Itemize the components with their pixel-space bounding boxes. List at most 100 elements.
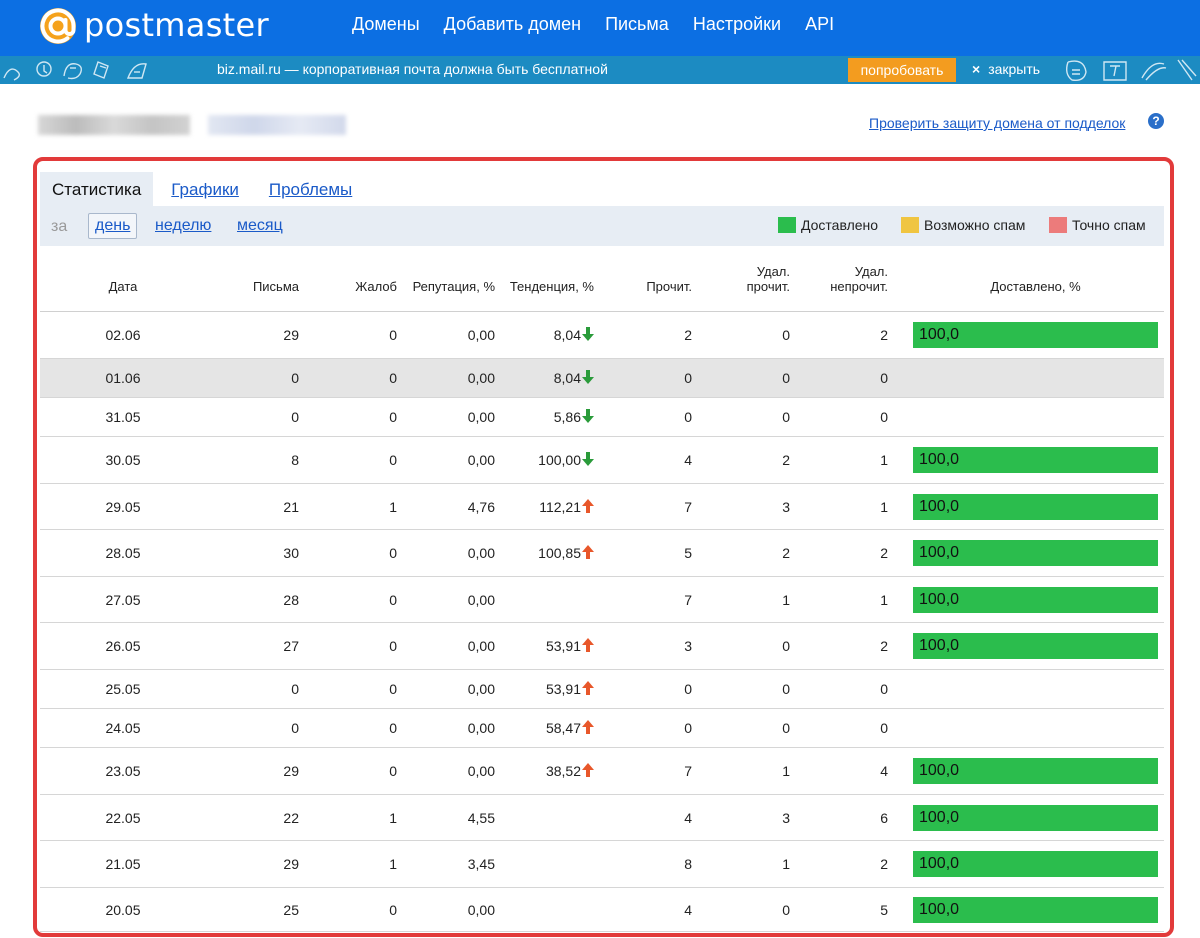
trend-value: 8,04: [553, 370, 581, 386]
cell-trend: 8,04: [554, 327, 594, 343]
nav-domains[interactable]: Домены: [352, 14, 420, 35]
cell-deleted-read: 3: [782, 809, 790, 826]
table-row: 23.05 29 0 0,00 7 1 4 38,52 100,0: [40, 748, 1164, 795]
delivered-bar: 100,0: [913, 493, 1158, 520]
trend-value: 53,91: [545, 638, 581, 654]
cell-reputation: 4,55: [467, 809, 495, 826]
cell-deleted-read: 1: [782, 856, 790, 872]
nav-api[interactable]: API: [805, 14, 834, 35]
main-menu: Домены Добавить домен Письма Настройки A…: [352, 14, 834, 35]
delivered-bar: 100,0: [913, 896, 1158, 923]
cell-mails: 21: [283, 498, 299, 515]
tab-statistics[interactable]: Статистика: [40, 172, 154, 206]
trend-up-arrow-icon: [582, 545, 594, 559]
trend-up-arrow-icon: [582, 638, 594, 652]
cell-read: 7: [684, 498, 692, 515]
period-month-link[interactable]: месяц: [237, 217, 283, 235]
cell-reputation: 0,00: [467, 763, 495, 779]
cell-reputation: 4,76: [467, 498, 495, 515]
cell-deleted-read: 2: [782, 545, 790, 561]
cell-date: 20.05: [105, 901, 141, 918]
nav-letters[interactable]: Письма: [605, 14, 669, 35]
cell-deleted-unread: 1: [880, 498, 888, 515]
table-row: 31.05 0 0 0,00 0 0 0 5,86: [40, 398, 1164, 437]
cell-reputation: 0,00: [467, 409, 495, 425]
cell-complaints: 0: [389, 681, 397, 697]
table-row: 29.05 21 1 4,76 7 3 1 112,21 100,0: [40, 484, 1164, 530]
delivered-bar: 100,0: [913, 540, 1158, 566]
cell-deleted-unread: 1: [880, 591, 888, 608]
cell-complaints: 0: [389, 327, 397, 343]
legend-swatch-maybe-spam: [901, 217, 919, 233]
tab-charts[interactable]: Графики: [159, 172, 251, 206]
trend-down-arrow-icon: [582, 409, 594, 423]
cell-complaints: 1: [389, 856, 397, 872]
cell-complaints: 1: [389, 809, 397, 826]
trend-value: 100,00: [538, 452, 581, 468]
cell-deleted-unread: 6: [880, 809, 888, 826]
cell-trend: 38,52: [546, 763, 594, 779]
trend-down-arrow-icon: [582, 370, 594, 384]
trend-up-arrow-icon: [582, 681, 594, 695]
trend-value: 58,47: [545, 720, 581, 736]
cell-read: 0: [684, 370, 692, 386]
table-row: 01.06 0 0 0,00 0 0 0 8,04: [40, 359, 1164, 398]
header-deleted-unread: Удал. непрочит.: [830, 264, 888, 294]
cell-mails: 0: [291, 720, 299, 736]
tab-problems[interactable]: Проблемы: [257, 172, 364, 206]
legend-label-delivered: Доставлено: [801, 217, 879, 233]
cell-trend: 53,91: [546, 681, 594, 697]
cell-date: 27.05: [105, 591, 141, 608]
cell-date: 26.05: [105, 638, 141, 654]
cell-reputation: 0,00: [467, 327, 495, 343]
delivered-bar: 100,0: [913, 804, 1158, 831]
cell-trend: 58,47: [546, 720, 594, 736]
cell-deleted-unread: 1: [880, 452, 888, 468]
try-button[interactable]: попробовать: [848, 58, 956, 82]
postmaster-logo[interactable]: postmaster: [38, 4, 269, 48]
cell-trend: 100,85: [538, 545, 594, 561]
domain-info-redacted: [208, 115, 346, 135]
cell-deleted-read: 0: [782, 720, 790, 736]
close-promo-label: закрыть: [988, 61, 1041, 77]
header-deleted-unread-line2: непрочит.: [830, 279, 888, 294]
promo-doodles-right: [1065, 59, 1197, 82]
header-trend: Тенденция, %: [509, 279, 594, 294]
close-icon: ×: [972, 61, 981, 77]
check-domain-protection-link[interactable]: Проверить защиту домена от подделок: [869, 115, 1125, 131]
cell-trend: 112,21: [539, 498, 594, 515]
trend-up-arrow-icon: [582, 498, 594, 513]
cell-mails: 0: [291, 370, 299, 386]
table-row: 25.05 0 0 0,00 0 0 0 53,91: [40, 670, 1164, 709]
cell-mails: 0: [291, 409, 299, 425]
cell-complaints: 0: [389, 638, 397, 654]
logo-text: postmaster: [84, 6, 269, 44]
table-row: 28.05 30 0 0,00 5 2 2 100,85 100,0: [40, 530, 1164, 577]
delivered-bar: 100,0: [913, 322, 1158, 348]
cell-complaints: 0: [389, 901, 397, 918]
period-week-link[interactable]: неделю: [155, 217, 211, 235]
delivered-bar: 100,0: [913, 447, 1158, 473]
period-day-button[interactable]: день: [88, 213, 138, 239]
cell-date: 30.05: [105, 452, 141, 468]
nav-add-domain[interactable]: Добавить домен: [444, 14, 581, 35]
delivered-bar: 100,0: [913, 758, 1158, 784]
cell-deleted-unread: 5: [880, 901, 888, 918]
trend-value: 8,04: [553, 327, 581, 343]
legend-swatch-spam: [1049, 217, 1067, 233]
help-icon[interactable]: ?: [1148, 113, 1164, 129]
cell-trend: 8,04: [554, 370, 594, 386]
cell-mails: 8: [291, 452, 299, 468]
table-row: 27.05 28 0 0,00 7 1 1 100,0: [40, 577, 1164, 623]
cell-reputation: 0,00: [467, 452, 495, 468]
close-promo-button[interactable]: × закрыть: [972, 61, 1040, 77]
cell-date: 02.06: [105, 327, 141, 343]
trend-up-arrow-icon: [582, 720, 594, 734]
top-navigation-bar: postmaster Домены Добавить домен Письма …: [0, 0, 1200, 56]
nav-settings[interactable]: Настройки: [693, 14, 781, 35]
cell-reputation: 3,45: [467, 856, 495, 872]
legend-label-maybe-spam: Возможно спам: [924, 217, 1026, 233]
domain-name-redacted: [38, 115, 190, 135]
cell-read: 2: [684, 327, 692, 343]
legend-maybe-spam: Возможно спам: [901, 217, 1025, 233]
